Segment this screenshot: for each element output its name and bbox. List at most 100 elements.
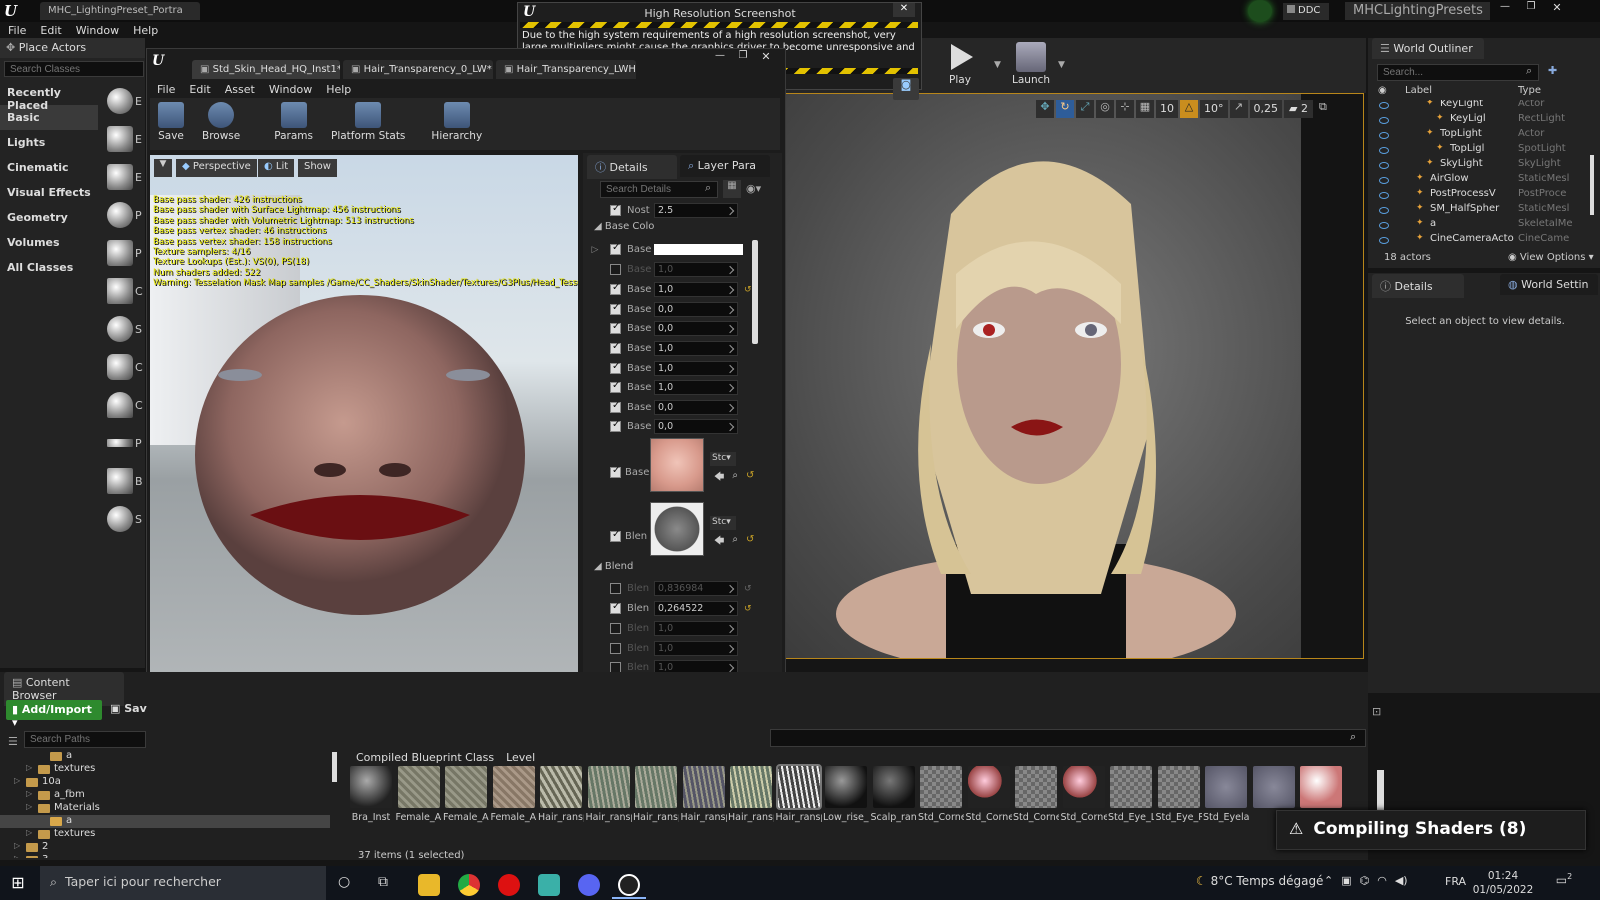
folder-tree-item[interactable]: a	[0, 815, 330, 828]
reset-arrow-icon[interactable]: ↺	[744, 604, 752, 614]
asset-thumbnail[interactable]	[967, 766, 1010, 808]
folder-tree-item[interactable]: a	[0, 750, 330, 763]
visibility-eye-icon[interactable]	[1379, 132, 1389, 139]
launch-button[interactable]: Launch	[1012, 42, 1050, 86]
menu-help[interactable]: Help	[326, 83, 351, 96]
menu-window[interactable]: Window	[76, 24, 119, 37]
param-checkbox[interactable]	[610, 321, 621, 334]
actor-item[interactable]: C	[98, 386, 146, 424]
visibility-eye-icon[interactable]	[1379, 102, 1389, 109]
param-value-field[interactable]: 0,0	[654, 400, 738, 415]
param-value-field[interactable]: 0,0	[654, 321, 738, 336]
taskbar-search[interactable]: ⌕ Taper ici pour rechercher	[40, 866, 326, 900]
param-value-field[interactable]: 0,264522	[654, 601, 738, 616]
visibility-eye-icon[interactable]	[1379, 237, 1389, 244]
show-button[interactable]: Show	[298, 159, 337, 177]
chrome-icon[interactable]	[458, 874, 480, 896]
asset-thumbnail[interactable]	[920, 766, 962, 808]
param-value-field[interactable]: 1,0	[654, 341, 738, 356]
param-value-field[interactable]: 2.5	[654, 203, 738, 218]
source-control-icon[interactable]	[1248, 0, 1272, 22]
expand-arrow-icon[interactable]: ▷	[26, 802, 32, 811]
browse-button[interactable]: Browse	[202, 102, 240, 146]
maximize-viewport-icon[interactable]: ⧉	[1315, 100, 1331, 118]
actor-item[interactable]: E	[98, 82, 146, 120]
material-preview-viewport[interactable]: ▼ ◆ Perspective ◐ Lit Show Base pass sha…	[150, 155, 578, 745]
visibility-eye-icon[interactable]	[1379, 117, 1389, 124]
param-checkbox[interactable]	[610, 203, 621, 216]
expand-arrow-icon[interactable]: ▷	[588, 245, 602, 255]
category-lights[interactable]: Lights	[0, 130, 98, 155]
world-settings-tab[interactable]: ◍ World Settin	[1500, 274, 1598, 295]
cortana-icon[interactable]: ○	[338, 874, 350, 890]
folder-tree-item[interactable]: ▷ textures	[0, 763, 330, 776]
expand-arrow-icon[interactable]: ▷	[14, 854, 20, 858]
opera-icon[interactable]	[498, 874, 520, 896]
category-volumes[interactable]: Volumes	[0, 230, 98, 255]
lit-button[interactable]: ◐ Lit	[258, 159, 295, 177]
asset-thumbnail[interactable]	[350, 766, 392, 808]
param-checkbox[interactable]	[610, 601, 621, 614]
actor-item[interactable]: E	[98, 158, 146, 196]
visibility-eye-icon[interactable]	[1379, 222, 1389, 229]
layer-params-tab[interactable]: ⌕ Layer Para	[680, 155, 770, 177]
outliner-scrollbar[interactable]	[1590, 155, 1594, 215]
asset-thumbnail[interactable]	[1157, 766, 1200, 808]
start-button[interactable]: ⊞	[8, 873, 28, 893]
category-geometry[interactable]: Geometry	[0, 205, 98, 230]
details-tab[interactable]: ⓘ Details	[587, 155, 677, 179]
tray-wifi-icon[interactable]: ◠	[1377, 874, 1387, 887]
actor-item[interactable]: P	[98, 424, 146, 462]
texture-asset-dropdown[interactable]: Stc▾	[710, 516, 736, 530]
type-column-header[interactable]: Type	[1518, 85, 1541, 96]
actor-item[interactable]: B	[98, 462, 146, 500]
asset-thumbnail[interactable]	[682, 766, 725, 808]
tab-hair-transparency-lwh[interactable]: ▣ Hair_Transparency_LWH*	[496, 60, 636, 79]
save-button[interactable]: Save	[158, 102, 184, 146]
menu-window[interactable]: Window	[269, 83, 312, 96]
asset-thumbnail[interactable]	[1252, 766, 1295, 808]
actor-item[interactable]: S	[98, 500, 146, 538]
category-cinematic[interactable]: Cinematic	[0, 155, 98, 180]
maximize-button[interactable]: ❐	[733, 50, 753, 64]
play-options-arrow[interactable]: ▼	[994, 60, 1001, 70]
browse-asset-icon[interactable]: ⌕	[732, 470, 738, 487]
search-paths-input[interactable]	[24, 731, 146, 748]
app-m-icon[interactable]	[538, 874, 560, 896]
param-value-field[interactable]: 0,0	[654, 302, 738, 317]
param-checkbox[interactable]	[610, 643, 621, 654]
actor-item[interactable]: P	[98, 234, 146, 272]
visibility-eye-icon[interactable]	[1379, 162, 1389, 169]
search-details-input[interactable]	[600, 181, 718, 198]
tree-scrollbar[interactable]	[332, 752, 337, 782]
asset-thumbnail[interactable]	[540, 766, 582, 808]
param-checkbox[interactable]	[610, 264, 621, 275]
scale-icon[interactable]: ⤢	[1076, 100, 1094, 118]
rotate-icon[interactable]: ↻	[1056, 100, 1074, 118]
outliner-row[interactable]: ✦ SM_HalfSpher StaticMesl	[1370, 203, 1588, 218]
surface-snap-icon[interactable]: ⊹	[1116, 100, 1134, 118]
hierarchy-button[interactable]: Hierarchy	[431, 102, 482, 146]
menu-edit[interactable]: Edit	[40, 24, 61, 37]
platform-stats-button[interactable]: Platform Stats	[331, 102, 405, 146]
camera-speed-button[interactable]: ▰ 2	[1284, 100, 1313, 118]
param-checkbox[interactable]	[610, 282, 621, 295]
outliner-row[interactable]: ✦ KeyLigl RectLight	[1370, 113, 1588, 128]
param-checkbox[interactable]	[610, 341, 621, 354]
asset-thumbnail[interactable]	[635, 766, 677, 808]
perspective-button[interactable]: ◆ Perspective	[176, 159, 257, 177]
expand-arrow-icon[interactable]: ▷	[26, 763, 32, 772]
blend-section-header[interactable]: ◢ Blend	[594, 561, 633, 572]
level-viewport[interactable]: ✥ ↻ ⤢ ◎ ⊹ ▦ 10 △ 10° ↗ 0,25 ▰ 2 ⧉	[770, 93, 1364, 659]
reset-arrow-icon[interactable]: ↺	[744, 285, 752, 295]
menu-asset[interactable]: Asset	[225, 83, 255, 96]
viewport-options-dropdown[interactable]: ▼	[154, 159, 172, 177]
param-checkbox[interactable]	[610, 400, 621, 413]
menu-file[interactable]: File	[8, 24, 26, 37]
search-classes-input[interactable]	[4, 61, 144, 77]
visibility-eye-icon[interactable]	[1379, 192, 1389, 199]
reset-arrow-icon[interactable]: ↺	[746, 534, 754, 551]
folder-tree-item[interactable]: ▷ textures	[0, 828, 330, 841]
actor-item[interactable]: P	[98, 196, 146, 234]
close-button[interactable]: ✕	[1546, 1, 1568, 15]
